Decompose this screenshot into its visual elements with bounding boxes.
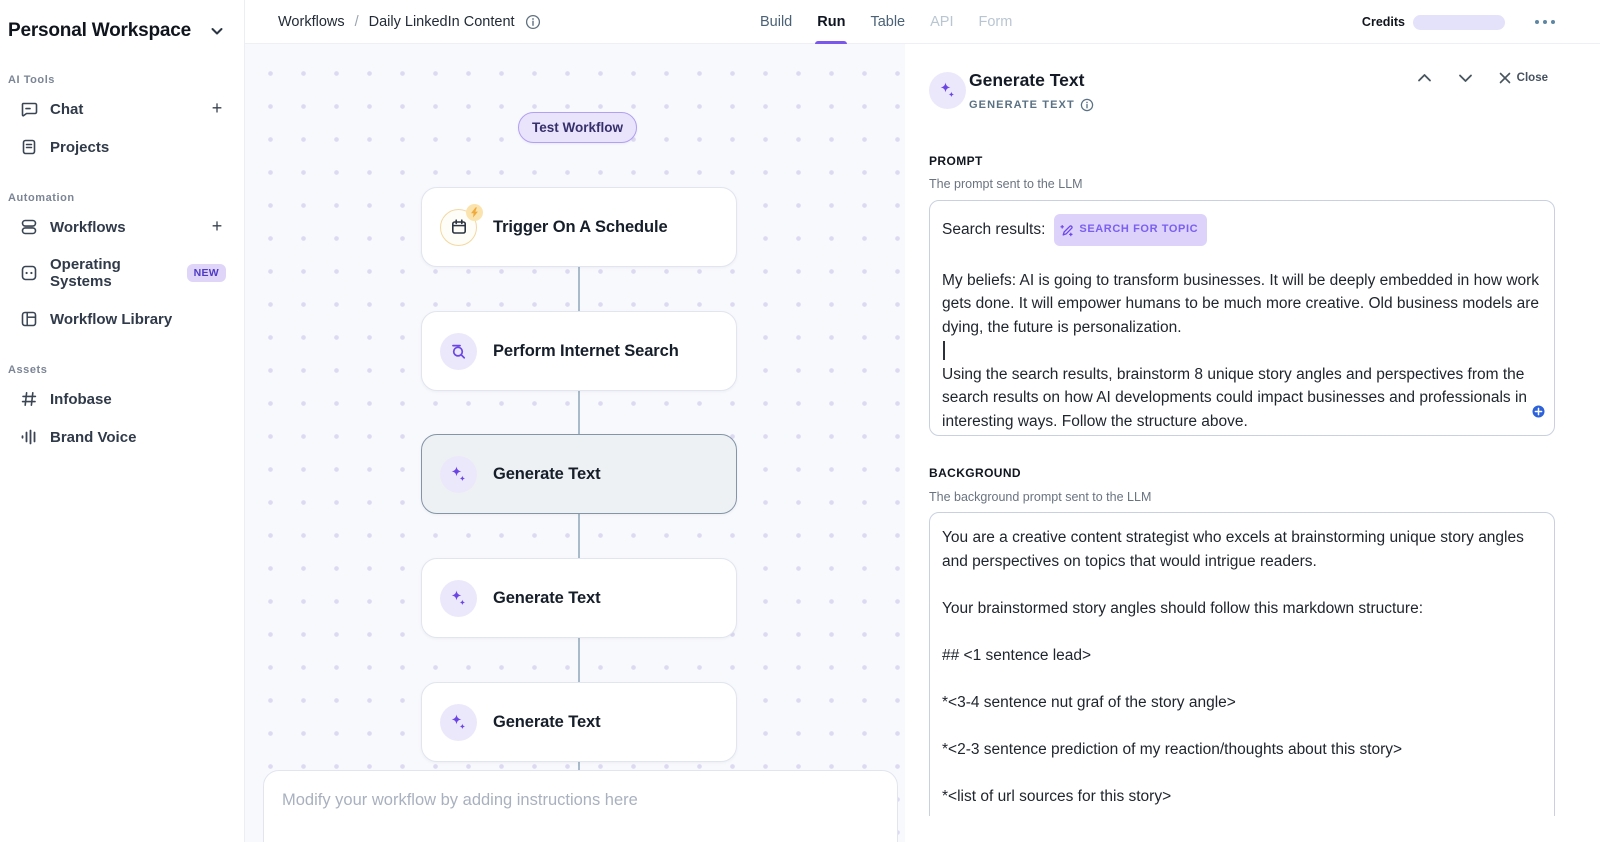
sidebar-item-label: Operating Systems [50, 256, 167, 290]
credits-display[interactable]: Credits [1362, 0, 1505, 44]
workflow-canvas[interactable]: Test Workflow Trigger On A Schedule [245, 44, 905, 842]
close-label: Close [1517, 72, 1548, 84]
tab-api[interactable]: API [928, 0, 955, 44]
breadcrumb-workflows[interactable]: Workflows [278, 14, 345, 30]
sidebar: Personal Workspace AI Tools Chat + Proje… [0, 0, 245, 842]
credits-label: Credits [1362, 15, 1405, 29]
edge-connector [578, 391, 580, 434]
prompt-description: The prompt sent to the LLM [929, 177, 1083, 191]
sparkles-icon [440, 456, 477, 493]
pen-sparkle-icon [1060, 223, 1074, 237]
test-workflow-button[interactable]: Test Workflow [518, 112, 637, 143]
prompt-heading: PROMPT [929, 154, 983, 168]
panel-title: Generate Text [969, 70, 1084, 91]
prompt-inline-label: Search results: [942, 218, 1045, 242]
close-panel-button[interactable]: Close [1499, 72, 1548, 84]
view-tabs: Build Run Table API Form [758, 0, 1014, 44]
hash-icon [20, 390, 38, 408]
internet-search-icon [440, 333, 477, 370]
workspace-name: Personal Workspace [8, 20, 191, 42]
app-window: Personal Workspace AI Tools Chat + Proje… [0, 0, 1600, 842]
section-title-ai-tools: AI Tools [8, 74, 230, 86]
sidebar-item-label: Chat [50, 101, 83, 118]
node-title: Perform Internet Search [493, 342, 679, 361]
workflow-icon [20, 218, 38, 236]
edge-connector [578, 638, 580, 682]
info-icon[interactable] [525, 14, 541, 30]
sidebar-item-infobase[interactable]: Infobase [8, 380, 230, 418]
node-generate-text-2[interactable]: Generate Text [421, 558, 737, 638]
tab-form[interactable]: Form [976, 0, 1014, 44]
next-node-button[interactable] [1458, 72, 1473, 84]
new-badge: NEW [187, 264, 226, 282]
info-icon[interactable] [1080, 98, 1094, 112]
section-title-assets: Assets [8, 364, 230, 376]
chip-label: SEARCH FOR TOPIC [1079, 218, 1198, 242]
node-generate-text-3[interactable]: Generate Text [421, 682, 737, 762]
chat-icon [20, 100, 38, 118]
sidebar-item-label: Workflows [50, 219, 126, 236]
os-window-icon [20, 264, 38, 282]
node-generate-text-selected[interactable]: Generate Text [421, 434, 737, 514]
tab-table[interactable]: Table [868, 0, 907, 44]
node-perform-internet-search[interactable]: Perform Internet Search [421, 311, 737, 391]
node-title: Generate Text [493, 713, 601, 732]
sidebar-item-label: Workflow Library [50, 311, 172, 328]
sparkles-icon [440, 580, 477, 617]
node-detail-panel: Generate Text GENERATE TEXT [905, 44, 1600, 842]
sidebar-item-workflows[interactable]: Workflows + [8, 208, 230, 246]
chevron-down-icon [208, 22, 226, 40]
document-icon [20, 138, 38, 156]
node-title: Generate Text [493, 465, 601, 484]
sidebar-item-workflow-library[interactable]: Workflow Library [8, 300, 230, 338]
text-cursor [942, 339, 1542, 363]
add-chat-button[interactable]: + [208, 100, 226, 118]
previous-node-button[interactable] [1417, 72, 1432, 84]
prompt-paragraph: My beliefs: AI is going to transform bus… [942, 269, 1542, 340]
sidebar-item-label: Brand Voice [50, 429, 136, 446]
tab-run[interactable]: Run [815, 0, 847, 44]
search-for-topic-chip[interactable]: SEARCH FOR TOPIC [1054, 214, 1207, 246]
node-trigger-on-a-schedule[interactable]: Trigger On A Schedule [421, 187, 737, 267]
tab-build[interactable]: Build [758, 0, 794, 44]
node-title: Trigger On A Schedule [493, 218, 668, 237]
lightning-icon [466, 204, 483, 221]
top-bar: Workflows / Daily LinkedIn Content Build… [245, 0, 1600, 44]
sidebar-item-label: Projects [50, 139, 109, 156]
section-title-automation: Automation [8, 192, 230, 204]
sidebar-item-projects[interactable]: Projects [8, 128, 230, 166]
breadcrumb-current: Daily LinkedIn Content [369, 14, 515, 30]
sidebar-item-label: Infobase [50, 391, 112, 408]
edge-connector [578, 514, 580, 558]
close-icon [1499, 72, 1511, 84]
waveform-icon [20, 428, 38, 446]
prompt-editor[interactable]: Search results: SEARCH FOR TOPIC My beli… [929, 200, 1555, 436]
grammar-check-icon[interactable] [1532, 402, 1545, 426]
sidebar-item-operating-systems[interactable]: Operating Systems NEW [8, 246, 230, 300]
node-title: Generate Text [493, 589, 601, 608]
sidebar-item-chat[interactable]: Chat + [8, 90, 230, 128]
more-options-icon[interactable] [1535, 0, 1556, 44]
sidebar-item-brand-voice[interactable]: Brand Voice [8, 418, 230, 456]
add-workflow-button[interactable]: + [208, 218, 226, 236]
panel-node-type: GENERATE TEXT [969, 98, 1094, 112]
workflow-instructions-input[interactable] [263, 770, 898, 842]
edge-connector [578, 267, 580, 311]
sparkles-icon [440, 704, 477, 741]
background-heading: BACKGROUND [929, 466, 1021, 480]
breadcrumb-separator: / [355, 14, 359, 30]
background-editor[interactable]: You are a creative content strategist wh… [929, 512, 1555, 842]
breadcrumb: Workflows / Daily LinkedIn Content [278, 0, 541, 44]
workspace-switcher[interactable]: Personal Workspace [8, 14, 230, 48]
background-description: The background prompt sent to the LLM [929, 490, 1151, 504]
library-layout-icon [20, 310, 38, 328]
panel-bottom-fade [905, 816, 1600, 842]
panel-node-type-label: GENERATE TEXT [969, 99, 1075, 111]
calendar-trigger-icon [440, 209, 477, 246]
background-text: You are a creative content strategist wh… [942, 526, 1542, 808]
sparkles-icon [929, 72, 966, 109]
prompt-paragraph: Using the search results, brainstorm 8 u… [942, 363, 1542, 434]
credits-amount-blurred [1413, 15, 1505, 30]
